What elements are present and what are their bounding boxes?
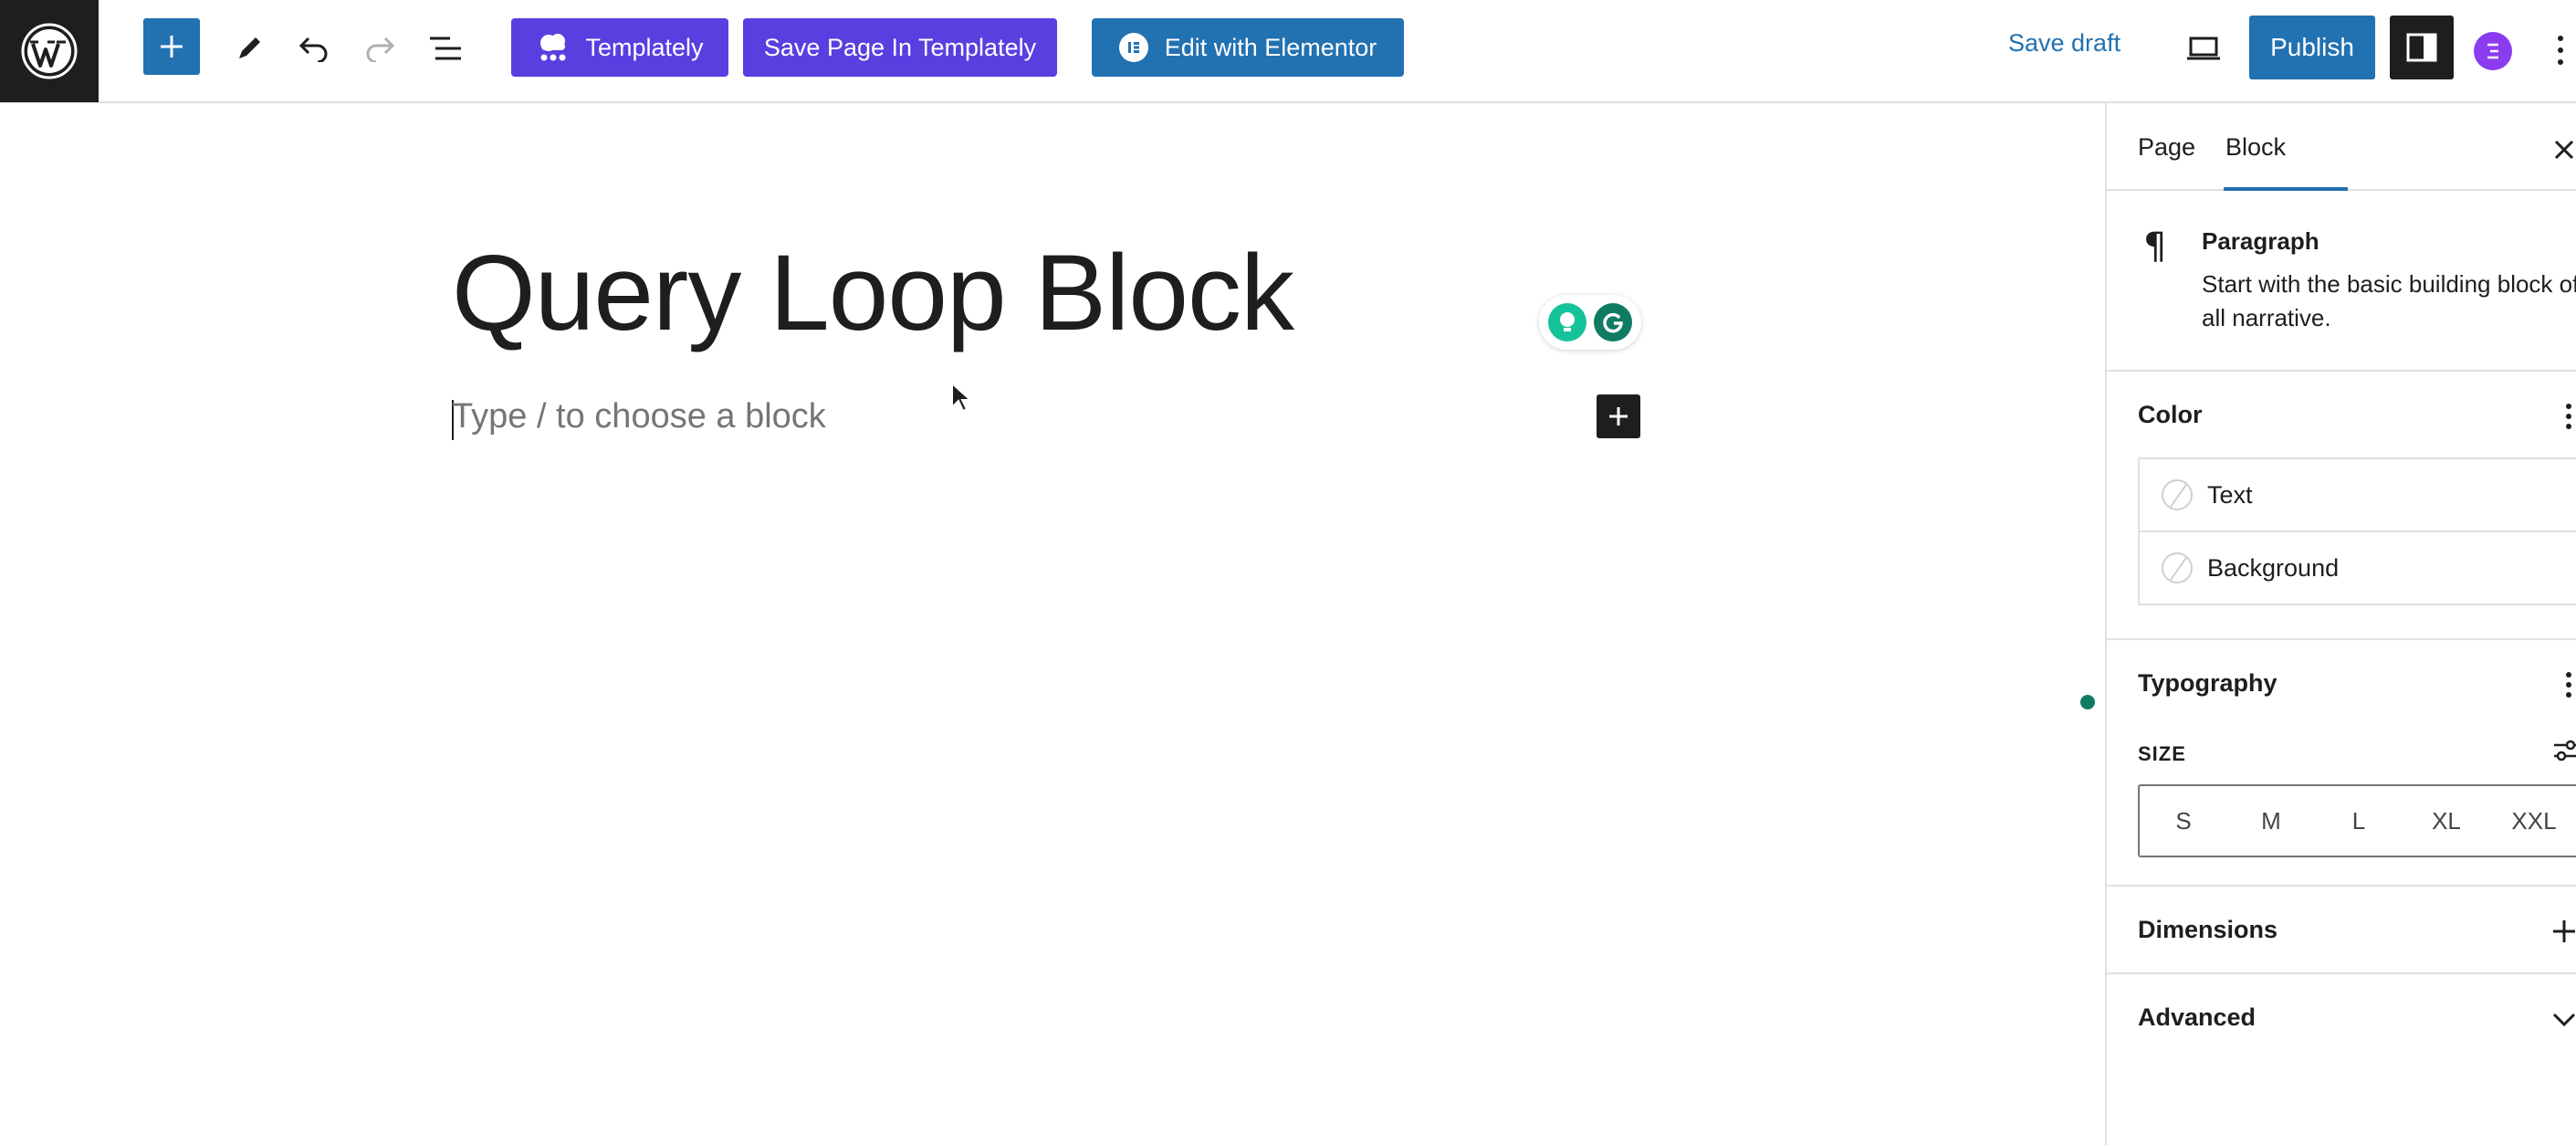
background-color-label: Background (2207, 553, 2340, 582)
editor-canvas[interactable]: Query Loop Block Type / to choose a bloc… (0, 103, 2105, 1145)
elementor-icon (1118, 33, 1148, 62)
redo-button[interactable] (352, 21, 407, 76)
size-label: SIZE (2138, 742, 2186, 765)
save-in-templately-button[interactable]: Save Page In Templately (743, 18, 1057, 77)
color-panel-title: Color (2138, 401, 2203, 428)
redo-icon (366, 37, 395, 62)
undo-icon (298, 37, 328, 62)
status-dot-icon (2080, 695, 2095, 709)
dimensions-panel-title: Dimensions (2138, 916, 2278, 943)
settings-sidebar: Page Block ¶ Paragraph Start with the ba… (2105, 103, 2576, 1145)
tab-block[interactable]: Block (2225, 133, 2286, 162)
document-overview-button[interactable] (418, 21, 473, 76)
text-color-label: Text (2207, 480, 2253, 509)
templately-label: Templately (585, 33, 704, 61)
block-name: Paragraph (2202, 227, 2319, 255)
preview-button[interactable] (2176, 21, 2231, 76)
sidebar-tabs: Page Block (2107, 103, 2576, 191)
tools-button[interactable] (222, 21, 277, 76)
color-options-icon[interactable] (2560, 401, 2576, 432)
tab-page[interactable]: Page (2138, 133, 2195, 162)
save-draft-button[interactable]: Save draft (2008, 29, 2120, 58)
templately-cloud-icon (540, 34, 566, 61)
laptop-icon (2187, 37, 2220, 60)
background-color-swatch (2162, 552, 2193, 583)
plus-icon[interactable] (2550, 918, 2576, 945)
pencil-icon (239, 37, 260, 58)
advanced-panel-title: Advanced (2138, 1003, 2257, 1031)
font-size-picker: S M L XL XXL (2138, 784, 2576, 857)
custom-size-icon[interactable] (2552, 737, 2576, 764)
sidebar-icon (2406, 33, 2437, 62)
block-inserter-button[interactable] (1597, 394, 1640, 438)
grammarly-g-icon[interactable] (1594, 303, 1632, 341)
templately-button[interactable]: Templately (511, 18, 728, 77)
publish-button[interactable]: Publish (2249, 16, 2375, 79)
color-panel: Color Text Background (2107, 372, 2576, 640)
elementor-ai-icon[interactable] (2474, 32, 2512, 70)
text-color-option[interactable]: Text (2138, 457, 2576, 532)
post-title[interactable]: Query Loop Block (452, 231, 1294, 355)
undo-button[interactable] (287, 21, 341, 76)
list-view-icon (430, 37, 461, 60)
mouse-cursor-icon (951, 382, 973, 413)
edit-with-elementor-button[interactable]: Edit with Elementor (1092, 18, 1404, 77)
grammarly-bulb-icon[interactable] (1548, 303, 1586, 341)
editor-toolbar: Templately Save Page In Templately Edit … (0, 0, 2576, 103)
wordpress-logo-icon[interactable] (0, 0, 99, 102)
elementor-label: Edit with Elementor (1164, 33, 1377, 61)
options-menu-icon[interactable] (2547, 27, 2574, 73)
block-card: ¶ Paragraph Start with the basic buildin… (2107, 191, 2576, 372)
block-placeholder[interactable]: Type / to choose a block (452, 397, 826, 436)
dimensions-panel[interactable]: Dimensions (2107, 887, 2576, 974)
block-description: Start with the basic building block of a… (2202, 270, 2576, 331)
chevron-down-icon[interactable] (2550, 1005, 2576, 1033)
paragraph-icon: ¶ (2143, 226, 2167, 268)
typography-panel-title: Typography (2138, 669, 2278, 697)
size-option-s[interactable]: S (2140, 807, 2227, 835)
size-option-l[interactable]: L (2315, 807, 2403, 835)
typography-options-icon[interactable] (2560, 669, 2576, 700)
plus-icon (161, 36, 183, 58)
plus-icon (1609, 407, 1628, 425)
advanced-panel[interactable]: Advanced (2107, 974, 2576, 1062)
size-option-xxl[interactable]: XXL (2490, 807, 2576, 835)
size-option-xl[interactable]: XL (2403, 807, 2490, 835)
save-in-templately-label: Save Page In Templately (763, 33, 1037, 61)
typography-panel: Typography SIZE S M L XL XXL (2107, 640, 2576, 887)
background-color-option[interactable]: Background (2138, 530, 2576, 605)
add-block-button[interactable] (143, 18, 200, 75)
text-color-swatch (2162, 479, 2193, 510)
settings-toggle-button[interactable] (2390, 16, 2454, 79)
grammarly-widget[interactable] (1539, 295, 1641, 350)
size-option-m[interactable]: M (2227, 807, 2315, 835)
close-icon[interactable] (2550, 136, 2576, 163)
